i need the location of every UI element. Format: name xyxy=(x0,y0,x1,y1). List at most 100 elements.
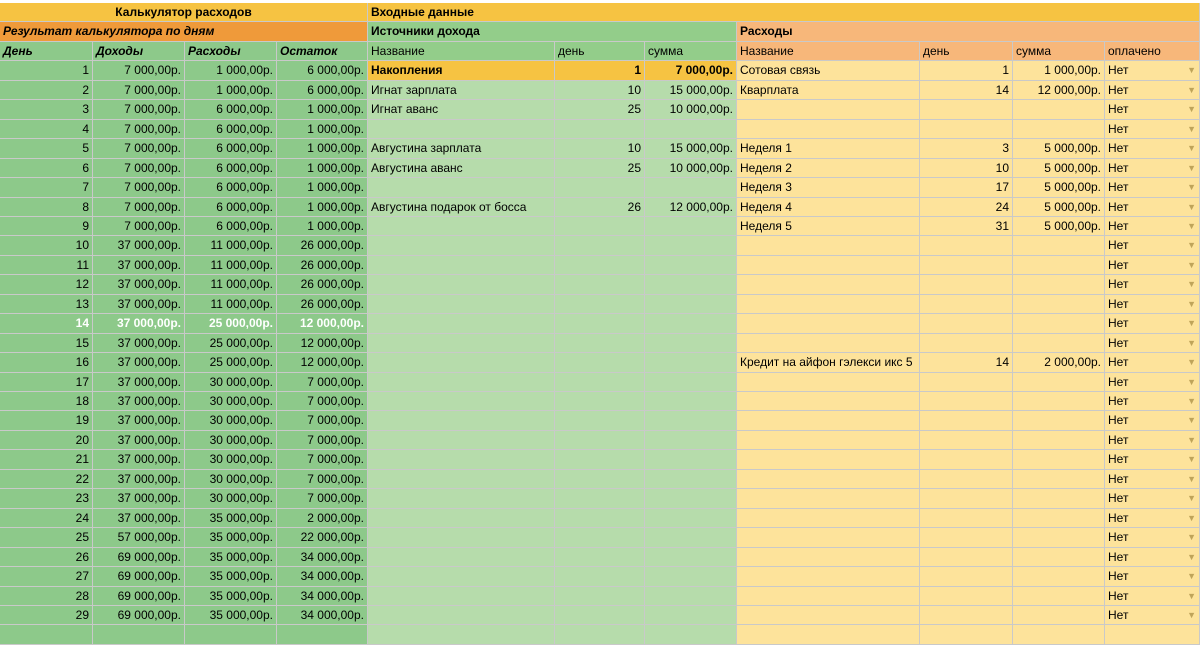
result-cell[interactable]: 30 000,00р. xyxy=(185,450,277,470)
result-cell[interactable]: 7 000,00р. xyxy=(277,392,368,411)
income-cell[interactable] xyxy=(645,236,737,256)
income-cell[interactable] xyxy=(368,295,555,314)
paid-select[interactable]: Нет ▼ xyxy=(1105,528,1200,548)
result-cell[interactable] xyxy=(185,625,277,645)
result-cell[interactable]: 30 000,00р. xyxy=(185,489,277,509)
result-cell[interactable]: 25 000,00р. xyxy=(185,353,277,373)
result-cell[interactable]: 4 xyxy=(0,120,93,139)
expense-cell[interactable] xyxy=(1013,470,1105,489)
expense-cell[interactable] xyxy=(1013,120,1105,139)
paid-select[interactable]: Нет ▼ xyxy=(1105,178,1200,198)
paid-select[interactable]: Нет ▼ xyxy=(1105,411,1200,431)
expense-cell[interactable] xyxy=(1013,295,1105,314)
income-cell[interactable] xyxy=(555,295,645,314)
expense-cell[interactable] xyxy=(737,431,920,450)
expense-cell[interactable] xyxy=(1013,314,1105,334)
result-cell[interactable]: 34 000,00р. xyxy=(277,587,368,606)
income-cell[interactable] xyxy=(368,528,555,548)
expense-cell[interactable]: Неделя 2 xyxy=(737,159,920,178)
income-cell[interactable]: Августина аванс xyxy=(368,159,555,178)
result-cell[interactable]: 7 000,00р. xyxy=(93,159,185,178)
income-cell[interactable] xyxy=(645,275,737,295)
income-cell[interactable] xyxy=(368,178,555,198)
expense-cell[interactable]: 5 000,00р. xyxy=(1013,139,1105,159)
income-cell[interactable] xyxy=(555,548,645,567)
income-cell[interactable] xyxy=(368,275,555,295)
income-cell[interactable]: 25 xyxy=(555,100,645,120)
result-cell[interactable]: 12 000,00р. xyxy=(277,353,368,373)
expense-cell[interactable] xyxy=(920,606,1013,625)
paid-select[interactable]: Нет ▼ xyxy=(1105,353,1200,373)
income-cell[interactable] xyxy=(645,178,737,198)
expense-cell[interactable] xyxy=(737,489,920,509)
expense-title[interactable]: Расходы xyxy=(737,22,1200,42)
expense-cell[interactable]: Кредит на айфон гэлекси икс 5 xyxy=(737,353,920,373)
paid-select[interactable]: Нет ▼ xyxy=(1105,392,1200,411)
income-cell[interactable] xyxy=(645,606,737,625)
income-header-1[interactable]: день xyxy=(555,42,645,61)
income-cell[interactable] xyxy=(645,548,737,567)
paid-select[interactable]: Нет ▼ xyxy=(1105,548,1200,567)
income-cell[interactable] xyxy=(555,411,645,431)
income-cell[interactable]: 10 000,00р. xyxy=(645,100,737,120)
income-cell[interactable] xyxy=(555,373,645,392)
expense-cell[interactable] xyxy=(1013,334,1105,353)
result-cell-current-day[interactable]: 12 000,00р. xyxy=(277,314,368,334)
chevron-down-icon[interactable]: ▼ xyxy=(1187,139,1196,158)
result-header-3[interactable]: Остаток xyxy=(277,42,368,61)
result-cell[interactable]: 18 xyxy=(0,392,93,411)
expense-cell[interactable]: 1 xyxy=(920,61,1013,81)
expense-cell[interactable] xyxy=(1013,100,1105,120)
result-cell[interactable]: 25 000,00р. xyxy=(185,334,277,353)
result-cell[interactable] xyxy=(0,625,93,645)
result-cell[interactable]: 13 xyxy=(0,295,93,314)
result-cell[interactable]: 6 000,00р. xyxy=(185,159,277,178)
result-cell[interactable]: 1 000,00р. xyxy=(277,178,368,198)
income-cell[interactable] xyxy=(368,450,555,470)
expense-cell[interactable] xyxy=(737,411,920,431)
paid-select[interactable]: Нет ▼ xyxy=(1105,295,1200,314)
result-cell[interactable]: 37 000,00р. xyxy=(93,489,185,509)
income-cell[interactable] xyxy=(368,334,555,353)
result-cell[interactable]: 6 000,00р. xyxy=(185,198,277,217)
result-cell[interactable]: 6 000,00р. xyxy=(185,139,277,159)
income-cell[interactable] xyxy=(645,431,737,450)
result-cell-current-day[interactable]: 14 xyxy=(0,314,93,334)
result-cell[interactable]: 3 xyxy=(0,100,93,120)
paid-select[interactable]: Нет ▼ xyxy=(1105,198,1200,217)
expense-cell[interactable]: 31 xyxy=(920,217,1013,236)
result-cell[interactable]: 37 000,00р. xyxy=(93,295,185,314)
income-cell[interactable] xyxy=(645,295,737,314)
paid-select[interactable]: Нет ▼ xyxy=(1105,61,1200,81)
result-cell[interactable]: 29 xyxy=(0,606,93,625)
income-cell[interactable]: 10 xyxy=(555,81,645,100)
income-cell[interactable] xyxy=(368,373,555,392)
chevron-down-icon[interactable]: ▼ xyxy=(1187,61,1196,80)
expense-cell[interactable]: 5 000,00р. xyxy=(1013,178,1105,198)
income-cell[interactable] xyxy=(645,625,737,645)
expense-cell[interactable] xyxy=(737,528,920,548)
result-cell[interactable]: 9 xyxy=(0,217,93,236)
result-cell[interactable]: 35 000,00р. xyxy=(185,567,277,587)
chevron-down-icon[interactable]: ▼ xyxy=(1187,392,1196,410)
result-cell[interactable]: 19 xyxy=(0,411,93,431)
input-title[interactable]: Входные данные xyxy=(368,3,1200,22)
paid-select[interactable]: Нет ▼ xyxy=(1105,606,1200,625)
income-cell[interactable] xyxy=(555,470,645,489)
chevron-down-icon[interactable]: ▼ xyxy=(1187,470,1196,488)
chevron-down-icon[interactable]: ▼ xyxy=(1187,353,1196,372)
income-cell[interactable]: 15 000,00р. xyxy=(645,139,737,159)
expense-cell[interactable] xyxy=(920,567,1013,587)
expense-cell[interactable] xyxy=(1013,256,1105,275)
expense-header-3[interactable]: оплачено xyxy=(1105,42,1200,61)
income-cell[interactable]: 15 000,00р. xyxy=(645,81,737,100)
result-cell[interactable]: 34 000,00р. xyxy=(277,567,368,587)
paid-select[interactable]: Нет ▼ xyxy=(1105,120,1200,139)
expense-cell[interactable] xyxy=(920,450,1013,470)
expense-header-0[interactable]: Название xyxy=(737,42,920,61)
result-cell[interactable]: 11 000,00р. xyxy=(185,275,277,295)
expense-cell[interactable]: 2 000,00р. xyxy=(1013,353,1105,373)
paid-select[interactable]: Нет ▼ xyxy=(1105,334,1200,353)
income-cell[interactable] xyxy=(645,373,737,392)
income-cell[interactable] xyxy=(555,606,645,625)
